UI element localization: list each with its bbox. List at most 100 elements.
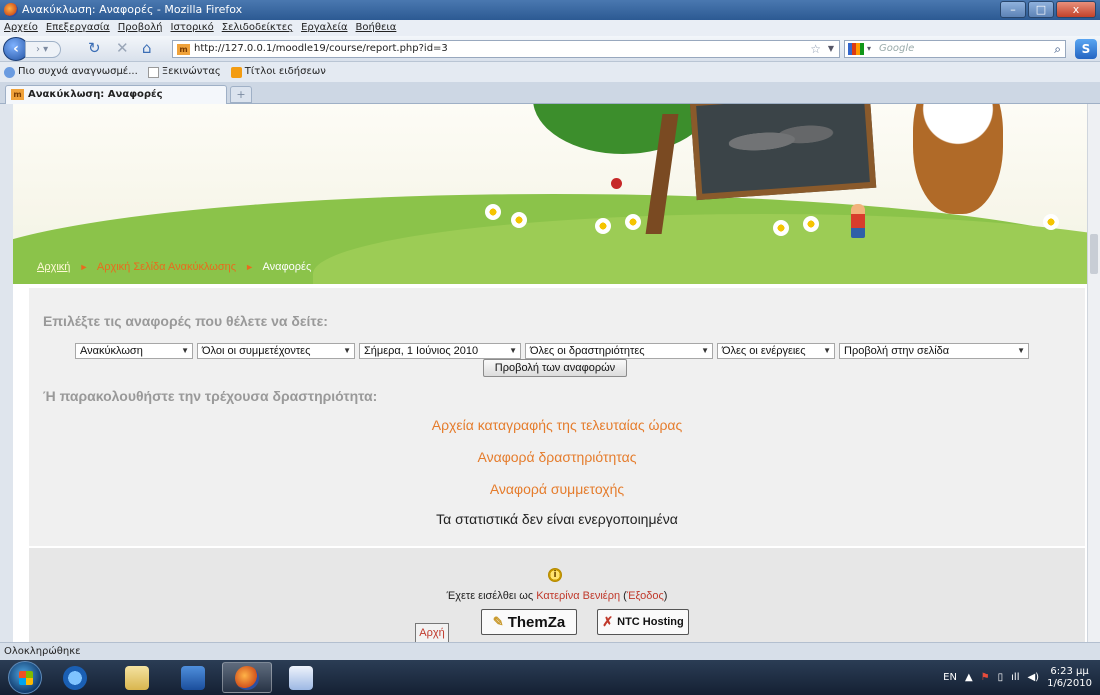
globe-icon bbox=[4, 66, 15, 78]
taskbar-firefox[interactable] bbox=[222, 662, 272, 693]
windows-taskbar: EN ▲ ⚑ ▯ ıll ◀) 6:23 μμ 1/6/2010 bbox=[0, 660, 1100, 695]
menu-edit[interactable]: Επεξεργασία bbox=[46, 20, 110, 36]
search-placeholder: Google bbox=[879, 43, 915, 54]
menu-tools[interactable]: Εργαλεία bbox=[301, 20, 347, 36]
search-icon[interactable]: ⌕ bbox=[1054, 41, 1061, 57]
chevron-down-icon: ▼ bbox=[823, 346, 831, 355]
bookmarks-toolbar: Πιο συχνά αναγνωσμέ... Ξεκινώντας Τίτλοι… bbox=[0, 62, 1100, 82]
address-bar[interactable]: m http://127.0.0.1/moodle19/course/report… bbox=[172, 40, 840, 58]
tab-reports[interactable]: m Ανακύκλωση: Αναφορές bbox=[5, 85, 227, 104]
site-banner: Αρχική ► Αρχική Σελίδα Ανακύκλωσης ► Ανα… bbox=[13, 104, 1087, 284]
menu-bar: Αρχείο Επεξεργασία Προβολή Ιστορικό Σελι… bbox=[0, 20, 1100, 36]
page-footer: i Έχετε εισέλθει ως Κατερίνα Βενιέρη (Έξ… bbox=[29, 548, 1085, 642]
activity-report-link[interactable]: Αναφορά δραστηριότητας bbox=[29, 449, 1085, 465]
address-url: http://127.0.0.1/moodle19/course/report.… bbox=[194, 43, 448, 54]
info-icon: i bbox=[548, 568, 562, 582]
reload-icon[interactable]: ↻ bbox=[88, 40, 101, 57]
forward-button[interactable]: › ▾ bbox=[25, 41, 61, 58]
logout-link[interactable]: Έξοδος bbox=[627, 590, 664, 602]
breadcrumb-separator: ► bbox=[79, 262, 89, 272]
logged-in-info: Έχετε εισέλθει ως Κατερίνα Βενιέρη (Έξοδ… bbox=[446, 590, 668, 602]
maximize-button[interactable]: □ bbox=[1028, 1, 1054, 18]
wand-icon: ✎ bbox=[492, 614, 504, 629]
actions-select[interactable]: Όλες οι ενέργειες ▼ bbox=[717, 343, 835, 359]
chevron-down-icon: ▼ bbox=[701, 346, 709, 355]
chevron-down-icon: ▼ bbox=[343, 346, 351, 355]
home-link[interactable]: Αρχή bbox=[415, 623, 449, 642]
folder-icon bbox=[125, 665, 149, 690]
participants-select[interactable]: Όλοι οι συμμετέχοντες ▼ bbox=[197, 343, 355, 359]
vertical-scrollbar[interactable] bbox=[1087, 104, 1100, 642]
choose-reports-heading: Επιλέξτε τις αναφορές που θέλετε να δείτ… bbox=[43, 313, 328, 329]
taskbar-word[interactable] bbox=[276, 662, 326, 693]
bookmark-star-icon[interactable]: ☆ bbox=[810, 41, 821, 57]
volume-icon[interactable]: ◀) bbox=[1027, 672, 1039, 683]
menu-help[interactable]: Βοήθεια bbox=[356, 20, 397, 36]
window-title-bar: Ανακύκλωση: Αναφορές - Mozilla Firefox –… bbox=[0, 0, 1100, 20]
tray-expand-icon[interactable]: ▲ bbox=[965, 672, 973, 683]
minimize-button[interactable]: – bbox=[1000, 1, 1026, 18]
breadcrumb-current: Αναφορές bbox=[262, 261, 312, 273]
stop-icon[interactable]: ✕ bbox=[116, 40, 129, 57]
display-select[interactable]: Προβολή στην σελίδα ▼ bbox=[839, 343, 1029, 359]
battery-icon[interactable]: ▯ bbox=[998, 672, 1004, 683]
course-select[interactable]: Ανακύκλωση ▼ bbox=[75, 343, 193, 359]
date-select[interactable]: Σήμερα, 1 Ιούνιος 2010 ▼ bbox=[359, 343, 521, 359]
chevron-down-icon: ▼ bbox=[1017, 346, 1025, 355]
user-link[interactable]: Κατερίνα Βενιέρη bbox=[536, 590, 620, 602]
google-engine-icon[interactable] bbox=[848, 43, 864, 55]
taskbar-ie[interactable] bbox=[50, 662, 100, 693]
reports-panel: Επιλέξτε τις αναφορές που θέλετε να δείτ… bbox=[29, 288, 1085, 546]
participation-report-link[interactable]: Αναφορά συμμετοχής bbox=[29, 481, 1085, 497]
new-tab-button[interactable]: + bbox=[230, 86, 252, 103]
breadcrumb-course[interactable]: Αρχική Σελίδα Ανακύκλωσης bbox=[97, 261, 236, 273]
firefox-icon bbox=[4, 3, 18, 17]
bookmark-getting-started[interactable]: Ξεκινώντας bbox=[147, 62, 221, 82]
chevron-down-icon: ▼ bbox=[181, 346, 189, 355]
moodle-favicon: m bbox=[177, 44, 190, 55]
view-reports-button[interactable]: Προβολή των αναφορών bbox=[483, 359, 627, 377]
taskbar-explorer[interactable] bbox=[112, 662, 162, 693]
search-box[interactable]: ▾ Google ⌕ bbox=[844, 40, 1066, 58]
firefox-icon bbox=[235, 665, 259, 690]
menu-bookmarks[interactable]: Σελιδοδείκτες bbox=[222, 20, 293, 36]
moodle-favicon: m bbox=[11, 89, 24, 100]
chalkboard-illustration bbox=[689, 104, 877, 201]
last-hour-logs-link[interactable]: Αρχεία καταγραφής της τελευταίας ώρας bbox=[29, 417, 1085, 433]
breadcrumb-separator: ► bbox=[245, 262, 255, 272]
home-icon[interactable]: ⌂ bbox=[142, 40, 152, 57]
network-icon[interactable]: ıll bbox=[1011, 672, 1019, 683]
clock[interactable]: 6:23 μμ 1/6/2010 bbox=[1047, 666, 1092, 690]
taskbar-media-player[interactable] bbox=[168, 662, 218, 693]
ntc-hosting-logo[interactable]: ✗ NTC Hosting bbox=[597, 609, 689, 635]
themza-logo[interactable]: ✎ ThemZa bbox=[481, 609, 577, 635]
live-activity-heading: Ή παρακολουθήστε την τρέχουσα δραστηριότ… bbox=[43, 388, 378, 404]
page-content: Αρχική ► Αρχική Σελίδα Ανακύκλωσης ► Ανα… bbox=[13, 104, 1087, 642]
breadcrumb: Αρχική ► Αρχική Σελίδα Ανακύκλωσης ► Ανα… bbox=[13, 245, 1087, 284]
chevron-down-icon: ▼ bbox=[509, 346, 517, 355]
menu-history[interactable]: Ιστορικό bbox=[171, 20, 214, 36]
window-title: Ανακύκλωση: Αναφορές - Mozilla Firefox bbox=[22, 3, 243, 16]
ntc-icon: ✗ bbox=[602, 614, 614, 629]
chevron-down-icon[interactable]: ▼ bbox=[828, 41, 834, 57]
activities-select[interactable]: Όλες οι δραστηριότητες ▼ bbox=[525, 343, 713, 359]
bookmark-most-visited[interactable]: Πιο συχνά αναγνωσμέ... bbox=[4, 62, 138, 82]
addon-icon[interactable]: S bbox=[1075, 39, 1097, 59]
tab-strip: m Ανακύκλωση: Αναφορές + bbox=[0, 82, 1100, 104]
system-tray: EN ▲ ⚑ ▯ ıll ◀) 6:23 μμ 1/6/2010 bbox=[943, 660, 1100, 695]
breadcrumb-home[interactable]: Αρχική bbox=[37, 261, 70, 273]
page-icon bbox=[147, 66, 159, 78]
action-center-icon[interactable]: ⚑ bbox=[981, 672, 990, 683]
internet-explorer-icon bbox=[63, 665, 87, 690]
windows-logo-icon bbox=[19, 671, 33, 685]
bookmark-news-headlines[interactable]: Τίτλοι ειδήσεων bbox=[230, 62, 326, 82]
owl-illustration bbox=[913, 104, 1003, 214]
menu-file[interactable]: Αρχείο bbox=[4, 20, 38, 36]
status-bar: Ολοκληρώθηκε bbox=[0, 642, 1100, 660]
word-icon bbox=[289, 665, 313, 690]
start-button[interactable] bbox=[8, 661, 42, 694]
close-button[interactable]: x bbox=[1056, 1, 1096, 18]
menu-view[interactable]: Προβολή bbox=[118, 20, 163, 36]
language-indicator[interactable]: EN bbox=[943, 672, 957, 683]
chevron-down-icon[interactable]: ▾ bbox=[867, 41, 871, 57]
